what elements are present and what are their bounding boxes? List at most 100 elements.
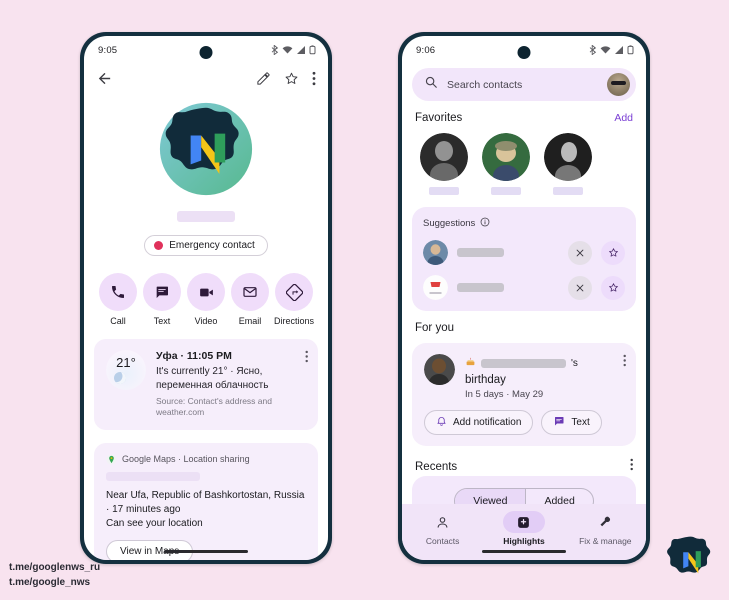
action-text[interactable]: Text	[141, 273, 183, 326]
suggestion-row[interactable]	[423, 275, 625, 300]
avatar	[423, 240, 448, 265]
battery-icon	[309, 45, 316, 55]
wrench-icon	[584, 511, 626, 533]
add-notification-label: Add notification	[453, 417, 522, 428]
weather-card[interactable]: 21° Уфа · 11:05 PM It's currently 21° · …	[94, 339, 318, 430]
suggestion-row[interactable]	[423, 240, 625, 265]
recents-header: Recents	[402, 446, 646, 476]
nav-contacts[interactable]: Contacts	[410, 511, 476, 546]
action-video-label: Video	[194, 316, 218, 326]
gesture-bar-left[interactable]	[164, 549, 248, 553]
message-icon	[553, 415, 565, 430]
birthday-when: In 5 days · May 29	[465, 389, 544, 400]
highlights-icon	[502, 511, 545, 533]
nav-contacts-label: Contacts	[425, 536, 460, 546]
mail-icon	[231, 273, 269, 311]
contact-action-row: Call Text Video Email Directions	[84, 256, 328, 326]
suggestion-favorite-button[interactable]	[601, 240, 625, 265]
contact-avatar-wrap	[84, 101, 328, 197]
text-button[interactable]: Text	[541, 410, 602, 435]
suggestion-dismiss-button[interactable]	[568, 240, 592, 265]
avatar	[424, 354, 455, 385]
suggestions-card: Suggestions	[412, 207, 636, 311]
camera-punch-hole	[199, 46, 213, 59]
birthday-event-label: birthday	[465, 374, 506, 386]
suggestions-title: Suggestions	[423, 218, 476, 229]
avatar	[423, 275, 448, 300]
birthday-card[interactable]: 's birthday In 5 days · May 29 Add notif…	[412, 343, 636, 446]
bluetooth-icon	[271, 45, 279, 55]
watermark-line-2: t.me/google_nws	[9, 576, 91, 588]
bluetooth-icon	[589, 45, 597, 55]
favorites-title: Favorites	[415, 112, 463, 124]
search-input[interactable]: Search contacts	[447, 79, 598, 91]
birthday-actions: Add notification Text	[424, 410, 624, 435]
weather-temperature-badge: 21°	[106, 350, 146, 390]
star-icon[interactable]	[284, 71, 299, 86]
phone-left-screen: 9:05 Emergency contact Call Text Video E…	[84, 36, 328, 560]
status-time: 9:06	[416, 44, 436, 56]
phone-icon	[99, 273, 137, 311]
favorite-name-redacted	[491, 187, 521, 195]
favorite-item[interactable]	[544, 133, 592, 195]
location-card-header: Google Maps · Location sharing	[106, 454, 306, 465]
moon-icon	[111, 369, 129, 387]
status-icons	[271, 45, 316, 55]
contact-name-redacted	[177, 211, 235, 222]
action-call[interactable]: Call	[97, 273, 139, 326]
camera-punch-hole	[517, 46, 531, 59]
favorite-item[interactable]	[482, 133, 530, 195]
person-icon	[422, 511, 464, 533]
info-icon[interactable]	[480, 217, 490, 230]
weather-card-more-vert-icon[interactable]	[305, 350, 308, 368]
favorite-item[interactable]	[420, 133, 468, 195]
account-avatar[interactable]	[607, 73, 630, 96]
phone-right-frame: 9:06 Search contacts Favorites Add Sugge…	[398, 32, 650, 564]
location-visibility: Can see your location	[106, 517, 203, 529]
birthday-name-redacted	[481, 358, 566, 368]
nav-highlights-label: Highlights	[503, 536, 545, 546]
screenshot-canvas: 9:05 Emergency contact Call Text Video E…	[0, 0, 729, 600]
phone-left-frame: 9:05 Emergency contact Call Text Video E…	[80, 32, 332, 564]
action-email-label: Email	[238, 316, 262, 326]
weather-title: Уфа · 11:05 PM	[156, 350, 232, 362]
emergency-contact-chip[interactable]: Emergency contact	[144, 235, 268, 256]
contact-avatar[interactable]	[158, 101, 254, 197]
location-place: Near Ufa, Republic of Bashkortostan, Rus…	[106, 489, 305, 515]
birthday-card-more-vert-icon[interactable]	[623, 354, 626, 372]
action-directions[interactable]: Directions	[273, 273, 315, 326]
weather-description: It's currently 21° · Ясно, переменная об…	[156, 366, 269, 391]
suggestions-header: Suggestions	[423, 217, 625, 230]
nav-fix-manage[interactable]: Fix & manage	[572, 511, 638, 546]
directions-icon	[275, 273, 313, 311]
birthday-possessive: 's	[571, 357, 578, 369]
add-notification-button[interactable]: Add notification	[424, 410, 534, 435]
status-time: 9:05	[98, 44, 118, 56]
recents-title: Recents	[415, 461, 458, 473]
suggestion-favorite-button[interactable]	[601, 275, 625, 300]
cake-icon	[465, 354, 476, 372]
action-email[interactable]: Email	[229, 273, 271, 326]
weather-temperature: 21°	[116, 355, 136, 370]
gesture-bar-right[interactable]	[482, 549, 566, 553]
birthday-name-row: 's	[465, 354, 578, 372]
favorites-add-button[interactable]: Add	[614, 112, 633, 124]
suggestion-dismiss-button[interactable]	[568, 275, 592, 300]
nav-highlights[interactable]: Highlights	[491, 511, 557, 546]
pencil-icon[interactable]	[256, 71, 271, 86]
contact-topbar-actions	[256, 71, 316, 86]
more-vert-icon[interactable]	[312, 71, 316, 86]
watermark: t.me/googlenws_ru t.me/google_nws	[9, 561, 100, 590]
recents-more-vert-icon[interactable]	[630, 458, 633, 476]
signal-icon	[297, 46, 305, 54]
videocam-icon	[187, 273, 225, 311]
avatar	[482, 133, 530, 181]
location-name-redacted	[106, 471, 200, 481]
location-sharing-card[interactable]: Google Maps · Location sharing Near Ufa,…	[94, 442, 318, 560]
back-arrow-icon[interactable]	[96, 70, 113, 87]
wifi-icon	[282, 46, 293, 54]
search-contacts-bar[interactable]: Search contacts	[412, 68, 636, 101]
battery-icon	[627, 45, 634, 55]
favorites-header: Favorites Add	[402, 101, 646, 124]
action-video[interactable]: Video	[185, 273, 227, 326]
